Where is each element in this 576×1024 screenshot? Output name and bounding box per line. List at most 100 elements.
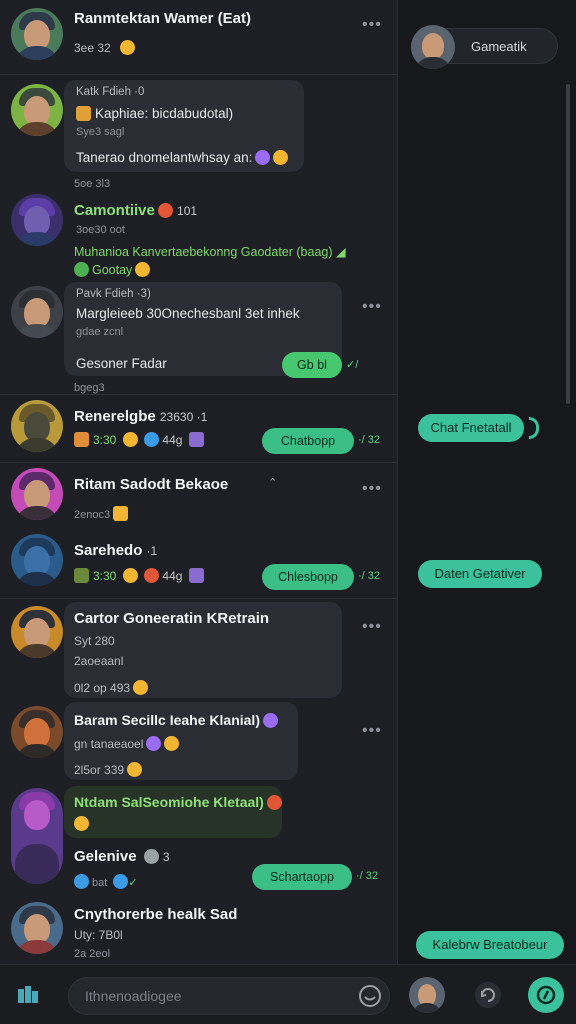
chat-row[interactable]: Cartor Goneeratin KRetrain Syt 280 2aoea… — [0, 598, 397, 702]
face-icon — [24, 800, 50, 830]
avatar[interactable] — [11, 8, 63, 60]
refresh-icon[interactable] — [474, 981, 502, 1009]
avatar[interactable] — [11, 606, 63, 658]
sticker-icon — [144, 568, 160, 583]
message-text-2: Gootay — [74, 262, 151, 277]
avatar[interactable] — [11, 706, 63, 758]
message-sub: Sye3 sagl — [76, 126, 125, 138]
message-sub: 2aoeaanl — [74, 654, 124, 668]
star-icon — [144, 432, 160, 447]
send-button[interactable] — [528, 977, 564, 1013]
chat-name: Ranmtektan Wamer (Eat) — [74, 10, 251, 27]
chat-meta-text: 0l2 op 493 — [74, 681, 131, 695]
grid-icon[interactable] — [16, 983, 40, 1007]
message-text-2-content: Gootay — [92, 263, 133, 277]
message-text-content: Tanerao dnomelantwhsay an: — [76, 150, 253, 165]
chat-name: Renerelgbe 23630 ·1 — [74, 408, 207, 425]
emoji-picker-icon[interactable] — [358, 984, 382, 1008]
profile-chip[interactable]: Gameatik — [411, 25, 558, 69]
badge-icon — [188, 432, 204, 447]
bottom-bar — [0, 964, 576, 1024]
more-options-icon[interactable]: ••• — [362, 722, 382, 740]
name-badge: 3 — [162, 850, 170, 864]
emoji-icon — [273, 150, 289, 165]
chat-row[interactable]: Katk Fdieh ·0 Kaphiae: bicdabudotal) Sye… — [0, 74, 397, 194]
chat-name: Gelenive 3 — [74, 848, 170, 865]
chat-name-text: Baram Secillc Ieahe Klanial) — [74, 712, 260, 728]
emoji-icon — [255, 150, 271, 165]
chat-row[interactable]: Ntdam SalSeomiohe Kletaal) — [0, 786, 397, 884]
chat-meta: 3ee 32 — [74, 40, 135, 55]
side-action-button[interactable]: Kalebrw Breatobeur — [416, 931, 564, 959]
shoulders-icon — [15, 744, 59, 758]
avatar[interactable] — [11, 902, 63, 954]
avatar[interactable] — [11, 286, 63, 338]
message-line: Kaphiae: bicdabudotal) — [76, 106, 233, 121]
emoji-icon — [127, 762, 143, 777]
emoji-icon — [135, 262, 151, 277]
emoji-icon — [119, 40, 135, 55]
emoji-icon — [133, 680, 149, 695]
read-receipt-icon: ·/ 32 — [356, 870, 379, 882]
more-options-icon[interactable]: ••• — [362, 618, 382, 636]
message-line-text: Kaphiae: bicdabudotal) — [95, 106, 234, 121]
chat-meta: 2l5or 339 — [74, 762, 143, 777]
chat-meta — [74, 816, 89, 831]
chat-chip[interactable]: Chlesbopp — [262, 564, 354, 590]
my-avatar[interactable] — [409, 977, 445, 1013]
check-icon: ✓ — [128, 877, 138, 889]
chat-row[interactable]: Ranmtektan Wamer (Eat) 3ee 32 ••• — [0, 0, 397, 74]
face-icon — [422, 33, 444, 59]
avatar[interactable] — [11, 534, 63, 586]
message-time: 5oe 3l3 — [74, 178, 111, 190]
status-icon — [74, 262, 89, 277]
name-badge: 101 — [177, 204, 198, 218]
chat-name: Cnythorerbe healk Sad — [74, 906, 238, 923]
chevron-icon — [529, 417, 539, 439]
avatar[interactable] — [11, 84, 63, 136]
chat-row[interactable]: Pavk Fdieh ·3) Margleieeb 30Onechesbanl … — [0, 282, 397, 394]
side-action-button[interactable]: Daten Getativer — [418, 560, 542, 588]
scrollbar[interactable] — [566, 84, 570, 404]
chat-name-text: Gelenive — [74, 848, 137, 865]
message-line-text: gn tanaeaoel — [74, 737, 144, 751]
chat-meta: 0l2 op 493 — [74, 680, 149, 695]
message-sub: 2a 2eol — [74, 948, 111, 960]
name-badge: ·1 — [146, 544, 158, 558]
shoulders-icon — [15, 940, 59, 954]
reply-chip[interactable]: Gb bl — [282, 352, 342, 378]
stat-time: 3:30 — [93, 569, 117, 583]
chat-row[interactable]: Renerelgbe 23630 ·1 3:30 44g Chatbopp ·/… — [0, 394, 397, 462]
chat-row[interactable]: Cnythorerbe healk Sad Uty: 7B0l 2a 2eol — [0, 900, 397, 964]
shoulders-icon — [15, 232, 59, 246]
shoulders-icon — [415, 57, 451, 69]
emoji-icon — [74, 816, 89, 831]
shoulders-icon — [15, 324, 59, 338]
chat-chip[interactable]: Chatbopp — [262, 428, 354, 454]
avatar[interactable] — [11, 468, 63, 520]
side-chat-button[interactable]: Chat Fnetatall — [418, 414, 524, 442]
chat-chip[interactable]: Schartaopp — [252, 864, 352, 890]
shoulders-icon — [15, 572, 59, 586]
message-sub: gdae zcnl — [76, 326, 124, 338]
message-line: Uty: 7B0l — [74, 928, 123, 942]
message-input[interactable] — [68, 977, 390, 1015]
chat-row[interactable]: Baram Secillc Ieahe Klanial) gn tanaeaoe… — [0, 702, 397, 786]
chat-name-text: Camontiive — [74, 202, 155, 219]
message-text: Tanerao dnomelantwhsay an: — [76, 150, 289, 165]
chat-meta-text: 3ee 32 — [74, 41, 111, 55]
shoulders-icon — [15, 122, 59, 136]
more-options-icon[interactable]: ••• — [362, 298, 382, 316]
avatar[interactable] — [11, 194, 63, 246]
emoji-icon — [157, 203, 173, 218]
chat-name-text: Sarehedo — [74, 542, 143, 559]
chat-row[interactable]: Camontiive 101 3oe30 oot Muhanioa Kanver… — [0, 194, 397, 282]
chat-name-text: Renerelgbe — [74, 408, 156, 425]
chat-row[interactable]: Sarehedo ·1 3:30 44g Chlesbopp ·/ 32 — [0, 526, 397, 598]
chat-row[interactable]: Gelenive 3 bat ✓ Schartaopp ·/ 32 — [0, 842, 397, 900]
more-options-icon[interactable]: ••• — [362, 16, 382, 34]
emoji-icon — [266, 795, 282, 810]
chat-row[interactable]: Ritam Sadodt Bekaoe ⌃ 2enoc3 ••• — [0, 462, 397, 526]
avatar[interactable] — [11, 400, 63, 452]
more-options-icon[interactable]: ••• — [362, 480, 382, 498]
